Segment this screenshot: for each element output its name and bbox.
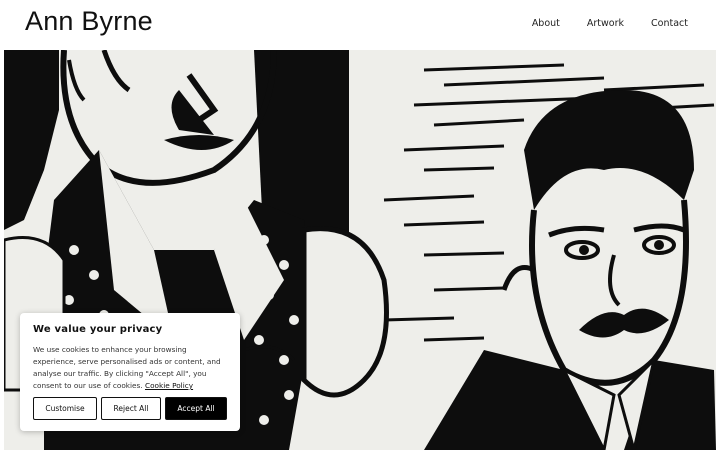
- site-title[interactable]: Ann Byrne: [25, 6, 153, 37]
- customise-button[interactable]: Customise: [33, 397, 97, 420]
- nav-contact[interactable]: Contact: [651, 18, 688, 29]
- cookie-consent-banner: We value your privacy We use cookies to …: [20, 313, 240, 431]
- cookie-banner-text: We use cookies to enhance your browsing …: [33, 344, 227, 392]
- cookie-banner-actions: Customise Reject All Accept All: [33, 397, 227, 420]
- accept-all-button[interactable]: Accept All: [165, 397, 227, 420]
- main-nav: About Artwork Contact: [505, 18, 688, 29]
- cookie-banner-title: We value your privacy: [33, 324, 163, 335]
- nav-artwork[interactable]: Artwork: [587, 18, 624, 29]
- reject-all-button[interactable]: Reject All: [101, 397, 161, 420]
- cookie-policy-link[interactable]: Cookie Policy: [145, 381, 193, 390]
- nav-about[interactable]: About: [532, 18, 560, 29]
- site-header: Ann Byrne About Artwork Contact: [0, 0, 720, 50]
